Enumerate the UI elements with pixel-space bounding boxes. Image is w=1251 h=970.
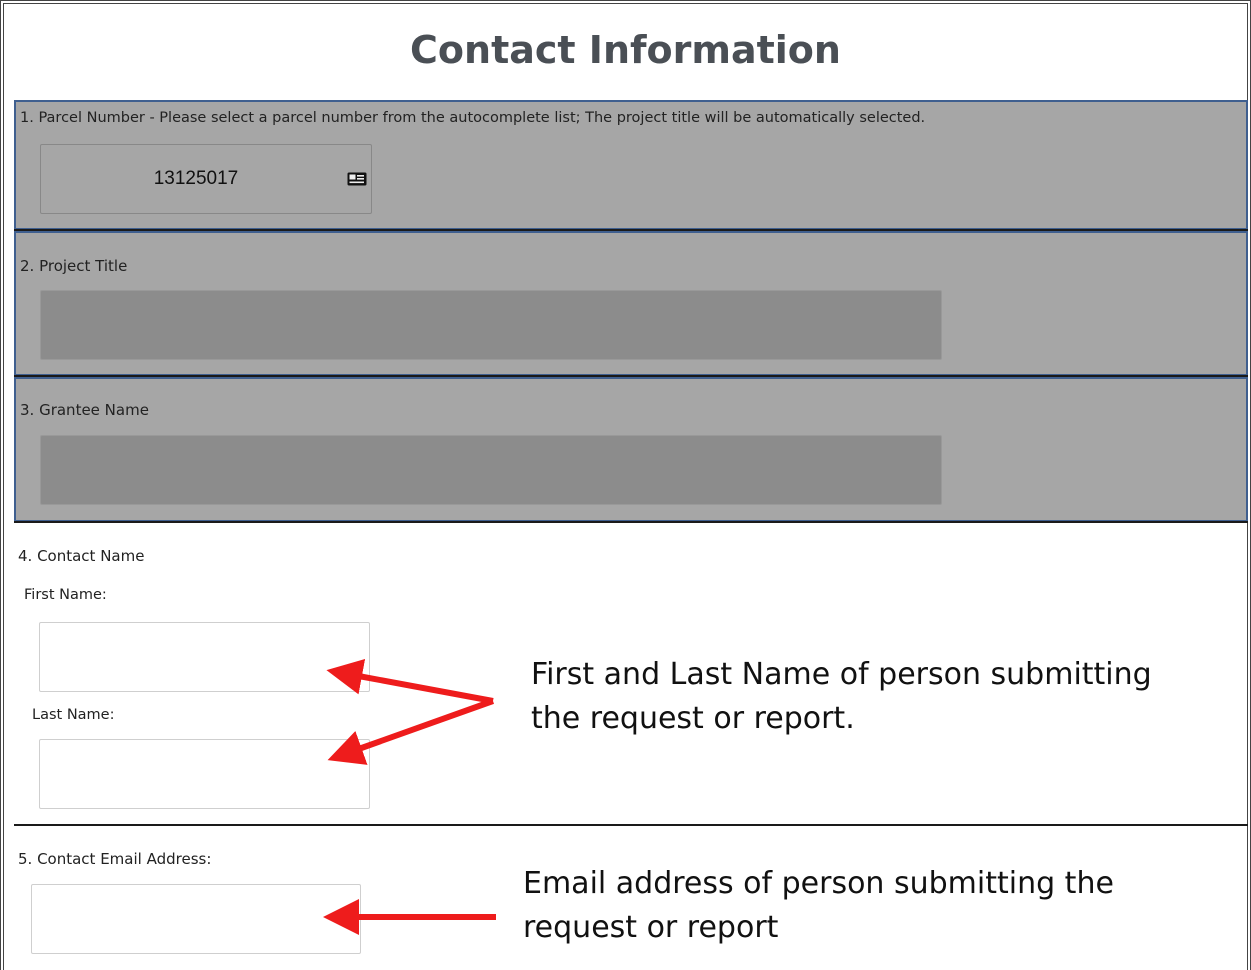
project-title-label: 2. Project Title (20, 257, 128, 275)
contact-name-label: 4. Contact Name (18, 547, 145, 565)
parcel-number-label: 1. Parcel Number - Please select a parce… (20, 110, 926, 126)
email-annotation: Email address of person submitting the r… (523, 862, 1114, 950)
parcel-number-input[interactable]: 13125017 (40, 144, 372, 214)
first-name-input[interactable] (39, 622, 370, 692)
contact-email-label: 5. Contact Email Address: (18, 850, 212, 868)
grantee-name-input[interactable] (40, 435, 942, 505)
project-title-input[interactable] (40, 290, 942, 360)
page-title: Contact Information (410, 28, 841, 72)
grantee-name-section: 3. Grantee Name (14, 377, 1248, 522)
name-annotation-line1: First and Last Name of person submitting (531, 657, 1152, 692)
name-annotation-line2: the request or report. (531, 701, 855, 736)
email-annotation-line1: Email address of person submitting the (523, 866, 1114, 901)
parcel-number-value: 13125017 (153, 168, 239, 189)
contact-email-input[interactable] (31, 884, 361, 954)
first-name-label: First Name: (24, 587, 107, 603)
last-name-label: Last Name: (32, 707, 115, 723)
project-title-section: 2. Project Title (14, 231, 1248, 376)
id-card-icon[interactable] (347, 172, 367, 186)
email-annotation-line2: request or report (523, 910, 779, 945)
last-name-input[interactable] (39, 739, 370, 809)
grantee-name-label: 3. Grantee Name (20, 401, 149, 419)
parcel-number-section: 1. Parcel Number - Please select a parce… (14, 100, 1248, 230)
name-annotation: First and Last Name of person submitting… (531, 653, 1152, 741)
